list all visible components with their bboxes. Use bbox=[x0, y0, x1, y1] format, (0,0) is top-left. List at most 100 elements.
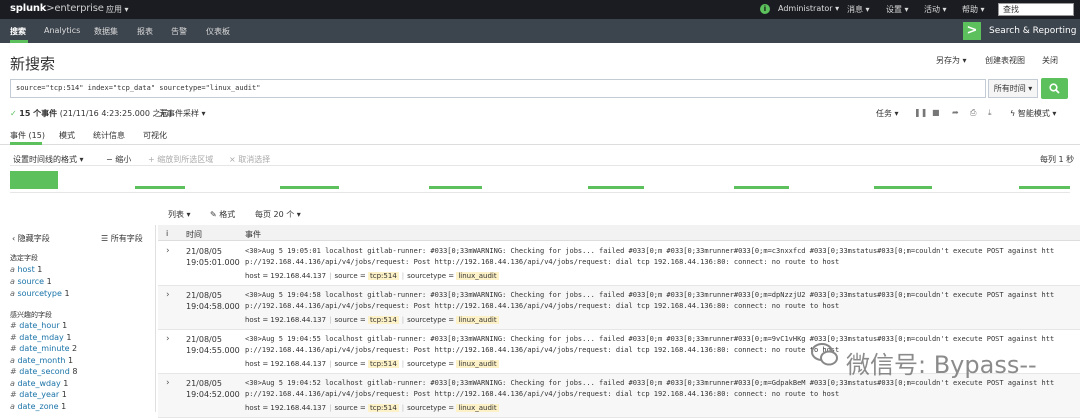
selected-field-source[interactable]: a source 1 bbox=[10, 277, 52, 286]
interesting-field-date_wday[interactable]: a date_wday 1 bbox=[10, 379, 68, 388]
nav-datasets[interactable]: 数据集 bbox=[94, 26, 118, 37]
timeline-bar[interactable] bbox=[428, 186, 482, 189]
field-name: host bbox=[14, 265, 38, 274]
event-time[interactable]: 21/08/05 19:04:58.000 bbox=[186, 290, 240, 312]
per-page-menu[interactable]: 每页 20 个 ▾ bbox=[255, 209, 301, 220]
find-input[interactable]: 查找 bbox=[998, 3, 1074, 16]
event-host-field[interactable]: host = 192.168.44.137 bbox=[245, 360, 326, 368]
expand-row-icon[interactable]: › bbox=[166, 378, 170, 388]
search-reporting-app-icon[interactable]: > bbox=[963, 22, 981, 40]
create-dashboard-button[interactable]: 创建表视图 bbox=[985, 55, 1025, 66]
event-sourcetype-label: sourcetype = bbox=[407, 360, 457, 368]
wechat-icon bbox=[811, 343, 838, 366]
field-separator: | bbox=[401, 404, 405, 412]
expand-row-icon[interactable]: › bbox=[166, 246, 170, 256]
timeline-bar[interactable] bbox=[10, 171, 58, 189]
timeline-format-menu[interactable]: 设置时间线的格式 ▾ bbox=[13, 154, 84, 165]
expand-row-icon[interactable]: › bbox=[166, 334, 170, 344]
timeline-bar[interactable] bbox=[1019, 186, 1070, 189]
app-menu[interactable]: 应用 ▾ bbox=[106, 4, 129, 15]
nav-alerts[interactable]: 告警 bbox=[171, 26, 187, 37]
logo-sub: >enterprise bbox=[46, 3, 104, 14]
interesting-field-date_year[interactable]: # date_year 1 bbox=[10, 390, 67, 399]
event-clock: 19:05:01.000 bbox=[186, 258, 240, 267]
event-count: 15 个事件 bbox=[19, 109, 58, 118]
selected-field-host[interactable]: a host 1 bbox=[10, 265, 42, 274]
field-name: date_month bbox=[14, 355, 68, 365]
field-type-icon: # bbox=[10, 321, 17, 330]
activity-menu[interactable]: 活动 ▾ bbox=[924, 4, 947, 15]
event-source-value[interactable]: tcp:514 bbox=[368, 316, 399, 324]
tab-events[interactable]: 事件 (15) bbox=[10, 130, 45, 141]
interesting-field-date_month[interactable]: a date_month 1 bbox=[10, 356, 73, 365]
event-sourcetype-value[interactable]: linux_audit bbox=[456, 360, 499, 368]
field-type-icon: # bbox=[10, 390, 17, 399]
field-name: date_year bbox=[16, 390, 62, 399]
interesting-field-date_zone[interactable]: a date_zone 1 bbox=[10, 402, 66, 411]
help-menu[interactable]: 帮助 ▾ bbox=[962, 4, 985, 15]
stop-icon[interactable]: ■ bbox=[932, 108, 940, 117]
event-source-label: source = bbox=[334, 316, 369, 324]
nav-analytics[interactable]: Analytics bbox=[44, 26, 80, 35]
timeline-bar[interactable] bbox=[733, 186, 790, 189]
nav-dashboards[interactable]: 仪表板 bbox=[206, 26, 230, 37]
search-button[interactable] bbox=[1041, 78, 1068, 99]
timeline-bar[interactable] bbox=[873, 186, 933, 189]
event-line: p://192.168.44.136/api/v4/jobs/request: … bbox=[245, 302, 840, 310]
time-range-picker[interactable]: 所有时间 ▾ bbox=[988, 79, 1038, 98]
user-menu[interactable]: Administrator ▾ bbox=[778, 4, 839, 13]
timeline-bar[interactable] bbox=[587, 186, 644, 189]
job-menu[interactable]: 任务 ▾ bbox=[876, 108, 899, 119]
time-column-header[interactable]: 时间 bbox=[186, 229, 202, 240]
event-sourcetype-value[interactable]: linux_audit bbox=[456, 316, 499, 324]
event-sourcetype-value[interactable]: linux_audit bbox=[456, 272, 499, 280]
nav-search[interactable]: 搜索 bbox=[10, 26, 26, 37]
share-icon[interactable]: ➦ bbox=[952, 108, 959, 117]
expand-row-icon[interactable]: › bbox=[166, 290, 170, 300]
event-time[interactable]: 21/08/05 19:04:55.000 bbox=[186, 334, 240, 356]
interesting-field-date_mday[interactable]: # date_mday 1 bbox=[10, 333, 71, 342]
list-view-menu[interactable]: 列表 ▾ bbox=[168, 209, 191, 220]
nav-reports[interactable]: 报表 bbox=[137, 26, 153, 37]
event-sourcetype-value[interactable]: linux_audit bbox=[456, 404, 499, 412]
interesting-field-date_hour[interactable]: # date_hour 1 bbox=[10, 321, 67, 330]
settings-menu[interactable]: 设置 ▾ bbox=[886, 4, 909, 15]
search-input[interactable]: source="tcp:514" index="tcp_data" source… bbox=[10, 79, 986, 98]
event-source-value[interactable]: tcp:514 bbox=[368, 404, 399, 412]
splunk-logo[interactable]: splunk>enterprise bbox=[10, 3, 104, 14]
info-status-icon[interactable]: i bbox=[760, 4, 770, 14]
export-icon[interactable]: ⤓ bbox=[988, 108, 992, 118]
event-column-header[interactable]: 事件 bbox=[245, 229, 261, 240]
interesting-field-date_second[interactable]: # date_second 8 bbox=[10, 367, 77, 376]
deselect-button[interactable]: × 取消选择 bbox=[229, 154, 270, 165]
event-source-value[interactable]: tcp:514 bbox=[368, 272, 399, 280]
interesting-field-date_minute[interactable]: # date_minute 2 bbox=[10, 344, 77, 353]
tab-patterns[interactable]: 模式 bbox=[59, 130, 75, 141]
hide-fields-button[interactable]: ‹ 隐藏字段 bbox=[12, 233, 50, 244]
zoom-to-selection-button[interactable]: + 缩放到所选区域 bbox=[148, 154, 213, 165]
field-name: date_zone bbox=[14, 401, 62, 411]
app-name[interactable]: Search & Reporting bbox=[989, 26, 1076, 36]
event-source-value[interactable]: tcp:514 bbox=[368, 360, 399, 368]
format-menu[interactable]: ✎ 格式 bbox=[210, 209, 235, 220]
messages-menu[interactable]: 消息 ▾ bbox=[847, 4, 870, 15]
tab-visualization[interactable]: 可视化 bbox=[143, 130, 167, 141]
event-time[interactable]: 21/08/05 19:04:52.000 bbox=[186, 378, 240, 400]
save-as-menu[interactable]: 另存为 ▾ bbox=[936, 55, 967, 66]
event-host-field[interactable]: host = 192.168.44.137 bbox=[245, 316, 326, 324]
sampling-menu[interactable]: 无事件采样 ▾ bbox=[159, 108, 206, 119]
tab-statistics[interactable]: 统计信息 bbox=[93, 130, 125, 141]
zoom-out-button[interactable]: − 缩小 bbox=[106, 154, 131, 165]
timeline-bar[interactable] bbox=[135, 186, 185, 189]
event-time[interactable]: 21/08/05 19:05:01.000 bbox=[186, 246, 240, 268]
event-host-field[interactable]: host = 192.168.44.137 bbox=[245, 272, 326, 280]
close-button[interactable]: 关闭 bbox=[1042, 55, 1058, 66]
timeline-bar[interactable] bbox=[280, 186, 339, 189]
all-fields-button[interactable]: ☰ 所有字段 bbox=[101, 233, 143, 244]
print-icon[interactable]: ⎙ bbox=[970, 108, 976, 118]
pause-icon[interactable]: ❚❚ bbox=[914, 108, 927, 117]
selected-field-sourcetype[interactable]: a sourcetype 1 bbox=[10, 289, 70, 298]
search-mode-menu[interactable]: ϟ 智能模式 ▾ bbox=[1010, 108, 1056, 119]
field-count: 1 bbox=[46, 277, 52, 286]
event-host-field[interactable]: host = 192.168.44.137 bbox=[245, 404, 326, 412]
